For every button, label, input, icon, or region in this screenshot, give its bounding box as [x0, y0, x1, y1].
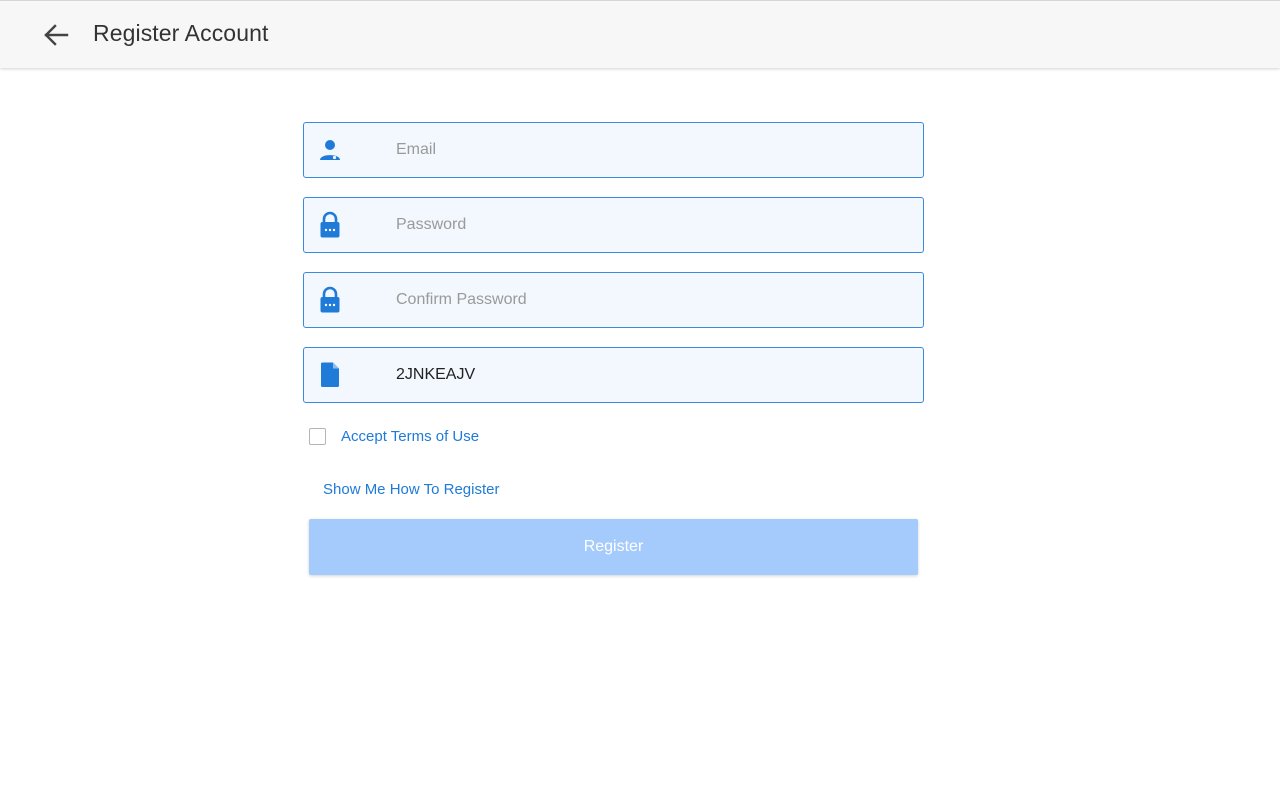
app-bar: Register Account: [0, 0, 1280, 68]
email-input[interactable]: [396, 123, 896, 177]
password-input[interactable]: [396, 198, 896, 252]
terms-row: Accept Terms of Use: [309, 428, 479, 445]
terms-label[interactable]: Accept Terms of Use: [341, 428, 479, 445]
person-icon: [304, 123, 356, 177]
password-field: [303, 197, 924, 253]
code-input[interactable]: [396, 348, 896, 402]
lock-icon: [304, 198, 356, 252]
back-button[interactable]: [36, 17, 76, 53]
email-field: [303, 122, 924, 178]
lock-icon: [304, 273, 356, 327]
document-icon: [304, 348, 356, 402]
confirm-password-input[interactable]: [396, 273, 896, 327]
arrow-left-icon: [44, 24, 69, 46]
confirm-password-field: [303, 272, 924, 328]
register-form: Accept Terms of Use Show Me How To Regis…: [303, 122, 924, 575]
howto-link[interactable]: Show Me How To Register: [323, 481, 499, 498]
register-button[interactable]: Register: [309, 519, 918, 575]
page-title: Register Account: [93, 20, 269, 46]
terms-checkbox[interactable]: [309, 428, 326, 445]
code-field: [303, 347, 924, 403]
